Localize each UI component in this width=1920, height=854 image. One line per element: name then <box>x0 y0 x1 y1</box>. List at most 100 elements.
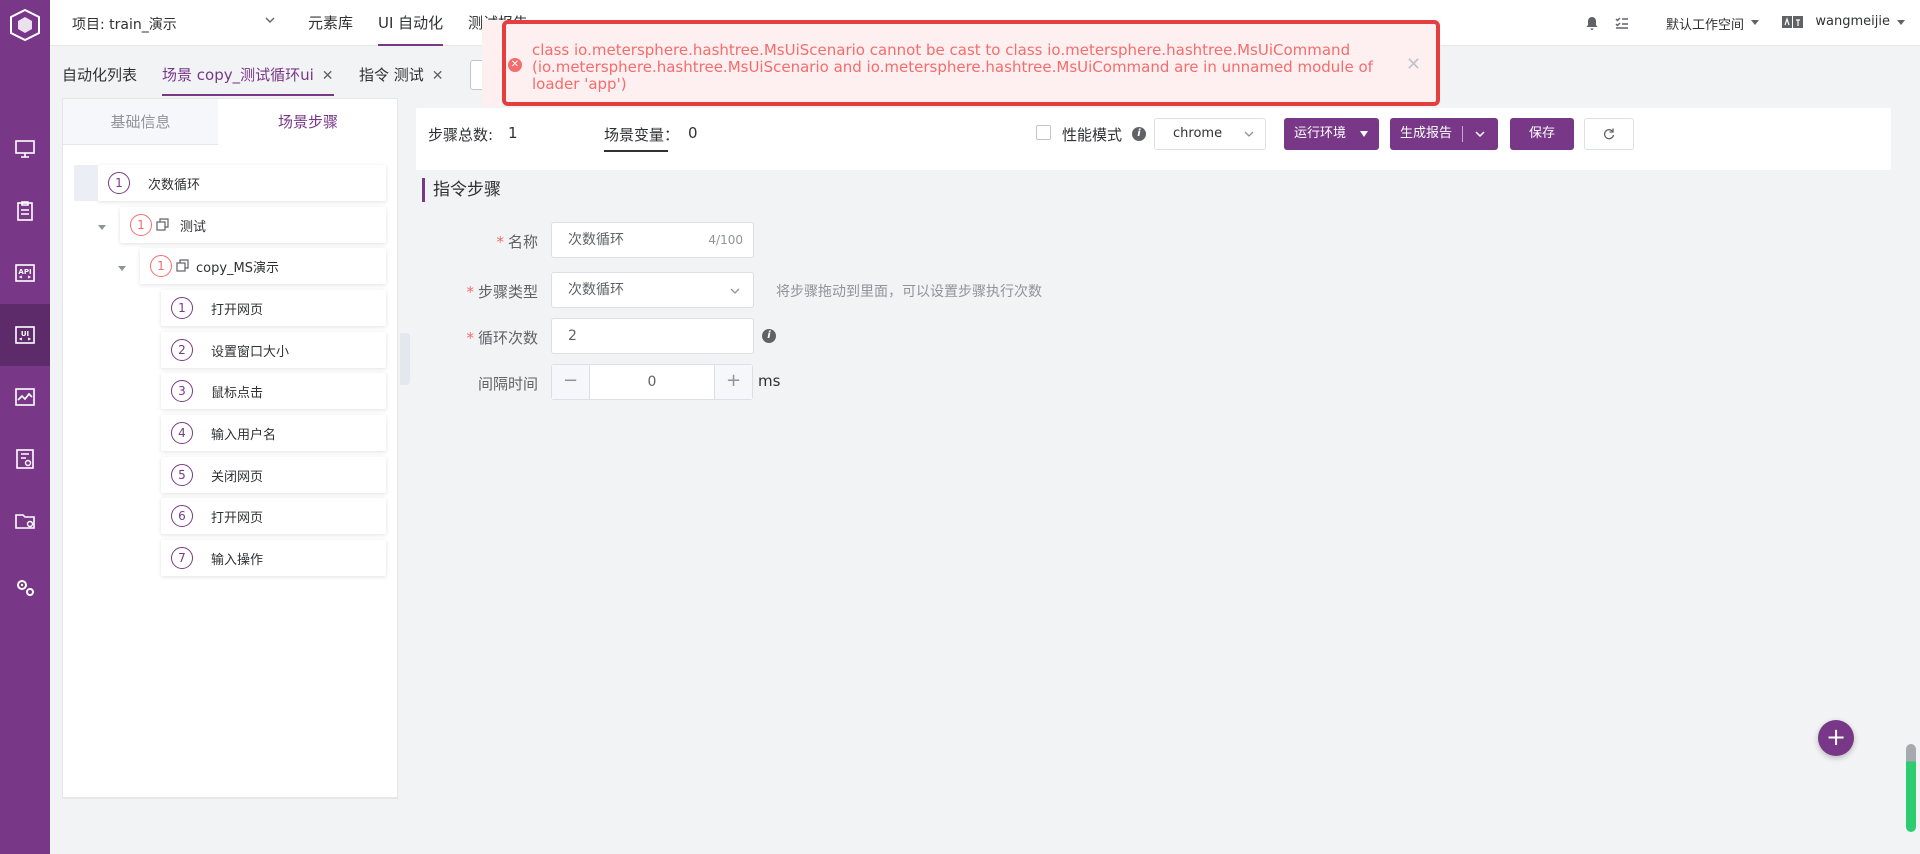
loop-count-value: 2 <box>568 328 577 344</box>
performance-test-icon[interactable] <box>0 366 50 428</box>
project-management-icon[interactable] <box>0 490 50 552</box>
refresh-icon <box>1603 128 1615 140</box>
step-label: 次数循环 <box>148 177 201 193</box>
increment-button[interactable]: + <box>714 365 752 399</box>
tree-row[interactable]: 1 copy_MS演示 <box>140 248 386 284</box>
step-number: 3 <box>171 380 193 402</box>
step-label: copy_MS演示 <box>196 260 280 276</box>
ui-test-icon[interactable]: UI <box>0 304 50 366</box>
tree-row[interactable]: 7 输入操作 <box>161 540 386 576</box>
tab-command-test[interactable]: 指令 测试 ✕ <box>359 64 444 96</box>
tab-basic-info[interactable]: 基础信息 <box>63 99 218 145</box>
caret-down-icon[interactable] <box>97 222 107 232</box>
tree-row[interactable]: 5 关闭网页 <box>161 457 386 493</box>
chevron-down-icon <box>730 288 740 294</box>
step-type-value: 次数循环 <box>568 282 624 298</box>
interval-label: 间隔时间 <box>477 375 538 393</box>
browser-select[interactable]: chrome <box>1154 118 1266 150</box>
user-menu[interactable]: wangmeijie <box>1815 14 1890 29</box>
step-number: 7 <box>171 547 193 569</box>
step-number: 1 <box>171 297 193 319</box>
tree-row[interactable]: 2 设置窗口大小 <box>161 332 386 368</box>
section-title: 指令步骤 <box>422 178 501 202</box>
generate-report-button[interactable]: 生成报告 <box>1390 118 1498 150</box>
button-label: 运行环境 <box>1294 126 1347 141</box>
close-icon[interactable]: ✕ <box>432 68 444 84</box>
save-button[interactable]: 保存 <box>1510 118 1574 150</box>
add-step-button[interactable]: + <box>1818 720 1854 756</box>
chevron-down-icon <box>1244 131 1254 137</box>
chevron-down-icon[interactable] <box>1474 129 1486 139</box>
scene-variable-count: 0 <box>688 124 698 142</box>
tree-row[interactable]: 3 鼠标点击 <box>161 373 386 409</box>
info-icon[interactable]: i <box>762 329 776 343</box>
loop-count-input[interactable]: 2 <box>551 318 754 354</box>
step-label: 打开网页 <box>211 302 264 318</box>
app-rail: API UI <box>0 0 50 854</box>
char-counter: 4/100 <box>708 233 743 247</box>
tab-scenario-steps[interactable]: 场景步骤 <box>219 99 397 145</box>
menu-ui-automation[interactable]: UI 自动化 <box>378 0 444 46</box>
tab-label: 指令 测试 <box>359 66 424 84</box>
step-number: 4 <box>171 422 193 444</box>
step-number: 1 <box>150 255 172 277</box>
link-underline <box>604 150 668 152</box>
step-label: 鼠标点击 <box>211 385 264 401</box>
close-icon[interactable]: ✕ <box>322 68 334 84</box>
language-icon[interactable] <box>1782 15 1804 30</box>
close-icon[interactable]: ✕ <box>1406 54 1421 75</box>
step-number: 1 <box>130 214 152 236</box>
step-total-label: 步骤总数: <box>428 126 494 144</box>
caret-down-icon <box>1360 131 1368 137</box>
task-list-icon[interactable] <box>1614 15 1630 31</box>
api-test-icon[interactable]: API <box>0 242 50 304</box>
scroll-indicator[interactable] <box>1906 744 1916 832</box>
tree-row[interactable]: 6 打开网页 <box>161 498 386 534</box>
step-label: 打开网页 <box>211 510 264 526</box>
metersphere-logo-icon[interactable] <box>6 6 44 44</box>
step-number: 2 <box>171 339 193 361</box>
error-icon: ✕ <box>508 58 522 72</box>
performance-mode-label: 性能模式 <box>1062 126 1123 144</box>
step-label: 输入用户名 <box>211 427 277 443</box>
report-icon[interactable] <box>0 428 50 490</box>
name-value: 次数循环 <box>568 232 624 248</box>
settings-icon[interactable] <box>0 556 50 618</box>
caret-down-icon[interactable] <box>1750 17 1760 27</box>
tab-scenario-copy[interactable]: 场景 copy_测试循环ui ✕ <box>162 64 334 96</box>
scene-variable-link[interactable]: 场景变量： <box>604 124 679 145</box>
info-icon[interactable]: i <box>1132 127 1146 141</box>
step-label: 输入操作 <box>211 552 264 568</box>
button-label: 生成报告 <box>1400 126 1453 141</box>
svg-text:UI: UI <box>21 330 29 338</box>
workstation-icon[interactable] <box>0 118 50 180</box>
menu-element-library[interactable]: 元素库 <box>308 0 353 46</box>
loop-count-label: * 循环次数 <box>466 329 538 347</box>
caret-down-icon[interactable] <box>117 263 127 273</box>
step-number: 6 <box>171 505 193 527</box>
performance-mode-checkbox[interactable] <box>1036 125 1051 140</box>
tree-row[interactable]: 1 次数循环 <box>98 165 386 201</box>
tree-row[interactable]: 1 打开网页 <box>161 290 386 326</box>
scenario-toolbar: 步骤总数: 1 场景变量： 0 性能模式 i chrome 运行环境 生成报告 … <box>416 108 1891 170</box>
tab-automation-list[interactable]: 自动化列表 <box>62 64 137 96</box>
step-total-value: 1 <box>508 124 518 142</box>
project-selector[interactable]: 项目: train_演示 <box>72 14 177 34</box>
tree-row[interactable]: 4 输入用户名 <box>161 415 386 451</box>
interval-value[interactable]: 0 <box>590 365 714 399</box>
bell-icon[interactable] <box>1584 15 1600 31</box>
step-number: 1 <box>108 172 130 194</box>
svg-text:API: API <box>18 268 31 276</box>
refresh-button[interactable] <box>1584 118 1634 150</box>
tree-row[interactable]: 1 测试 <box>120 207 386 243</box>
chevron-down-icon[interactable] <box>262 12 278 28</box>
step-type-select[interactable]: 次数循环 <box>551 272 754 308</box>
name-input[interactable]: 次数循环 4/100 <box>551 222 754 258</box>
copy-icon <box>176 259 189 272</box>
run-environment-button[interactable]: 运行环境 <box>1284 118 1379 150</box>
decrement-button[interactable]: − <box>552 365 590 399</box>
workspace-selector[interactable]: 默认工作空间 <box>1666 14 1744 33</box>
caret-down-icon[interactable] <box>1896 17 1906 27</box>
test-track-icon[interactable] <box>0 180 50 242</box>
divider <box>1462 126 1463 142</box>
